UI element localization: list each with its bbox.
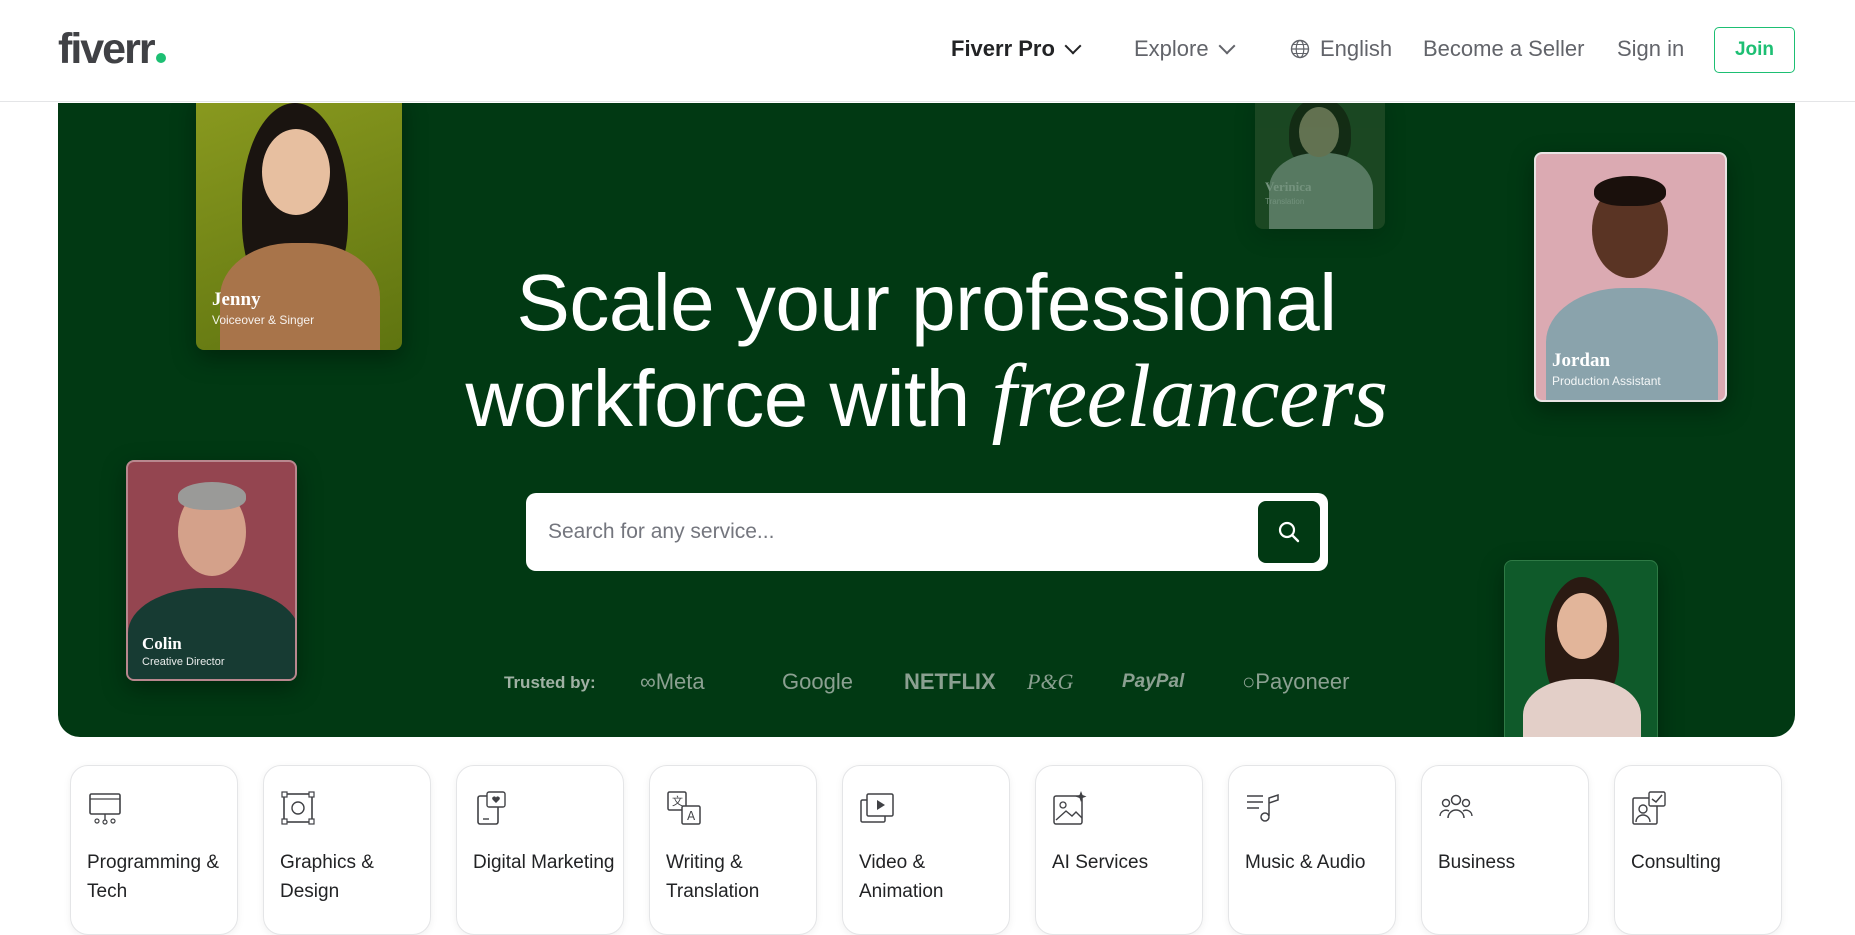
site-header: fiverr Fiverr Pro Explore English Become… [0, 0, 1855, 102]
globe-icon [1290, 39, 1310, 59]
category-writing-translation[interactable]: 文 A Writing & Translation [649, 765, 817, 935]
category-label: Video & Animation [859, 852, 944, 902]
category-label: Music & Audio [1245, 852, 1366, 873]
svg-text:文: 文 [672, 794, 683, 808]
translate-icon: 文 A [667, 791, 701, 825]
video-icon [860, 793, 894, 823]
category-label: Graphics & Design [280, 852, 374, 902]
nav-sign-in-label: Sign in [1617, 36, 1685, 61]
join-button[interactable]: Join [1714, 27, 1795, 73]
ai-image-icon [1053, 791, 1087, 825]
profile-role: Creative Director [142, 656, 225, 668]
trusted-by-row: Trusted by: ∞Meta Google NETFLIX P&G Pay… [58, 669, 1795, 699]
fiverr-logo[interactable]: fiverr [58, 24, 166, 74]
category-digital-marketing[interactable]: Digital Marketing [456, 765, 624, 935]
profile-card-colin: Colin Creative Director [126, 460, 297, 681]
profile-name: Verinica [1265, 179, 1312, 194]
profile-role: Translation [1265, 197, 1305, 206]
profile-name: Colin [142, 634, 182, 653]
category-business[interactable]: Business [1421, 765, 1589, 935]
search-button[interactable] [1258, 501, 1320, 563]
chevron-down-icon [1218, 37, 1236, 55]
people-icon [1439, 794, 1473, 819]
category-label: Consulting [1631, 852, 1721, 873]
category-strip: Programming & Tech Graphics & Design Dig… [0, 765, 1855, 935]
logo-dot [155, 53, 166, 63]
nav-sign-in[interactable]: Sign in [1617, 30, 1684, 68]
nav-become-seller[interactable]: Become a Seller [1423, 30, 1584, 68]
brand-paypal-logo: PayPal [1122, 671, 1185, 692]
trusted-by-label: Trusted by: [504, 673, 596, 692]
hero-headline-line2: workforce with freelancers [58, 349, 1795, 447]
search-input[interactable] [548, 507, 1228, 557]
nav-explore-label: Explore [1134, 36, 1209, 61]
hero-banner: Jenny Voiceover & Singer Verinica Transl… [58, 103, 1795, 737]
svg-text:A: A [687, 809, 696, 823]
brand-netflix-logo: NETFLIX [904, 669, 996, 694]
brand-payoneer-logo: ○Payoneer [1242, 669, 1350, 694]
profile-card-partial [1504, 560, 1658, 737]
category-label: Digital Marketing [473, 852, 615, 873]
category-programming-tech[interactable]: Programming & Tech [70, 765, 238, 935]
nav-explore[interactable]: Explore [1134, 30, 1236, 68]
search-icon [1278, 521, 1300, 543]
hero-search-bar [526, 493, 1328, 571]
nav-language[interactable]: English [1290, 30, 1392, 68]
profile-card-verinica: Verinica Translation [1255, 103, 1385, 229]
category-ai-services[interactable]: AI Services [1035, 765, 1203, 935]
hero-headline-plain: workforce with [465, 354, 970, 443]
nav-fiverr-pro-label: Fiverr Pro [951, 36, 1055, 61]
nav-fiverr-pro[interactable]: Fiverr Pro [951, 30, 1082, 68]
nav-language-label: English [1320, 36, 1393, 61]
category-label: Business [1438, 852, 1516, 873]
brand-meta-logo: ∞Meta [640, 669, 705, 694]
monitor-icon [89, 793, 121, 825]
category-graphics-design[interactable]: Graphics & Design [263, 765, 431, 935]
category-label: AI Services [1052, 852, 1149, 873]
category-consulting[interactable]: Consulting [1614, 765, 1782, 935]
category-label: Writing & Translation [666, 852, 760, 902]
category-video-animation[interactable]: Video & Animation [842, 765, 1010, 935]
music-icon [1247, 793, 1279, 822]
consulting-icon [1632, 791, 1666, 825]
category-label: Programming & Tech [87, 852, 219, 902]
brand-google-logo: Google [782, 669, 853, 694]
hero-headline-line1: Scale your professional [516, 258, 1337, 347]
design-icon [281, 791, 315, 825]
chevron-down-icon [1064, 37, 1082, 55]
category-music-audio[interactable]: Music & Audio [1228, 765, 1396, 935]
hero-headline-italic: freelancers [991, 347, 1388, 446]
brand-pg-logo: P&G [1027, 669, 1074, 694]
nav-become-seller-label: Become a Seller [1423, 36, 1585, 61]
phone-heart-icon [477, 791, 506, 825]
